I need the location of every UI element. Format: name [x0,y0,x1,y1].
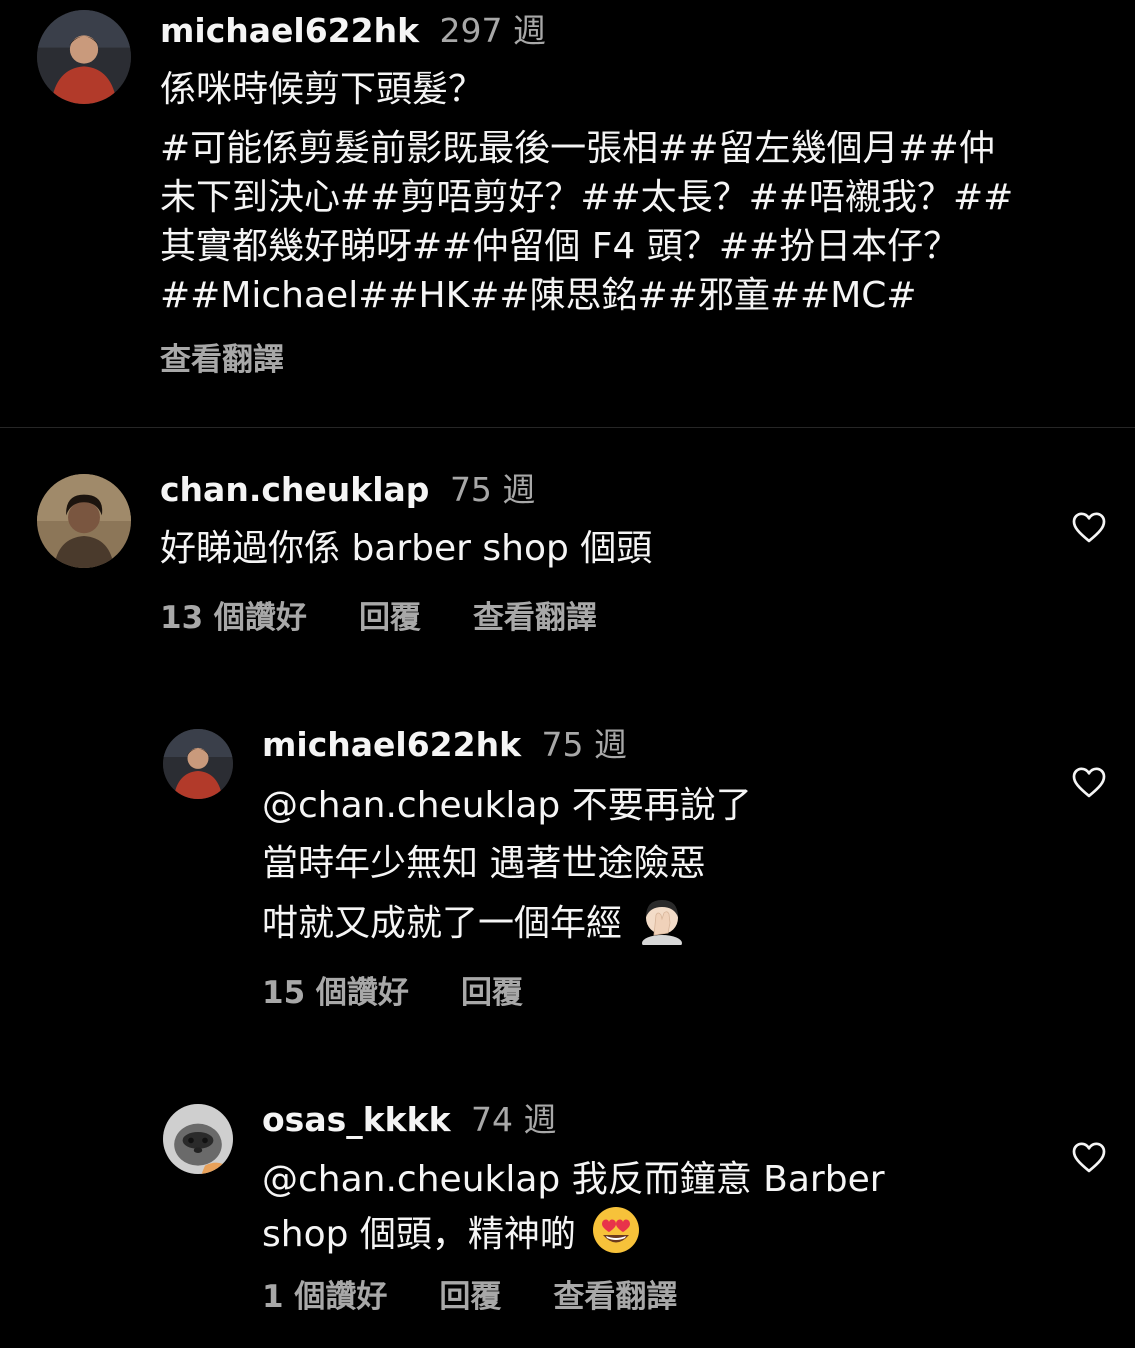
username[interactable]: osas_kkkk [262,1100,451,1139]
avatar[interactable] [163,729,233,799]
heart-icon[interactable] [1071,765,1107,799]
comment-actions: 15 個讚好 回覆 [262,973,575,1013]
caption-text: 係咪時候剪下頭髮？ [160,65,484,114]
divider [0,427,1135,428]
comment-header: michael622hk 75 週 [262,725,627,765]
caption-line: 係咪時候剪下頭髮？ [160,69,485,110]
comment-line: 好睇過你係 barber shop 個頭 [160,528,653,569]
caption-line: 未下到決心##剪唔剪好？##太長？##唔襯我？## [160,177,1014,218]
heart-icon[interactable] [1071,510,1107,544]
username[interactable]: michael622hk [262,725,521,764]
comment-text: 好睇過你係 barber shop 個頭 [160,524,652,573]
avatar[interactable] [163,1104,233,1174]
timestamp: 297 週 [439,11,547,50]
avatar[interactable] [37,10,131,104]
likes-count[interactable]: 1 個讚好 [262,1277,387,1317]
comment-line-with-emoji: shop 個頭，精神啲 [262,1204,885,1259]
caption-line: #可能係剪髮前影既最後一張相##留左幾個月##仲 [160,128,995,169]
timestamp: 75 週 [541,725,628,764]
caption-actions: 查看翻譯 [160,340,336,380]
comment-text: @chan.cheuklap 我反而鐘意 Barber shop 個頭，精神啲 [262,1155,885,1259]
comment-line: @chan.cheuklap 我反而鐘意 Barber [262,1159,885,1200]
heart-eyes-emoji-icon [592,1207,639,1253]
see-translation-button[interactable]: 查看翻譯 [160,340,284,380]
username[interactable]: michael622hk [160,11,419,50]
timestamp: 75 週 [449,470,536,509]
see-translation-button[interactable]: 查看翻譯 [473,598,597,638]
heart-icon[interactable] [1071,1140,1107,1174]
caption-line: 其實都幾好睇呀##仲留個 F4 頭？##扮日本仔？ [160,226,960,267]
comment-line: 當時年少無知 遇著世途險惡 [262,843,706,884]
reply-button[interactable]: 回覆 [359,598,421,638]
see-translation-button[interactable]: 查看翻譯 [553,1277,677,1317]
caption-line: ##Michael##HK##陳思銘##邪童##MC# [160,275,917,316]
likes-count[interactable]: 15 個讚好 [262,973,409,1013]
comment-header: osas_kkkk 74 週 [262,1100,557,1140]
reply-button[interactable]: 回覆 [439,1277,501,1317]
comment-actions: 13 個讚好 回覆 查看翻譯 [160,598,649,638]
comment-line: shop 個頭，精神啲 [262,1214,576,1255]
comment-line-with-emoji: 咁就又成就了一個年經 [262,893,752,953]
comment-actions: 1 個讚好 回覆 查看翻譯 [262,1277,729,1317]
username[interactable]: chan.cheuklap [160,470,429,509]
reply-button[interactable]: 回覆 [461,973,523,1013]
comment-header: chan.cheuklap 75 週 [160,470,535,510]
comment-header: michael622hk 297 週 [160,11,546,51]
likes-count[interactable]: 13 個讚好 [160,598,307,638]
comment-line: 咁就又成就了一個年經 [262,903,623,944]
caption-hashtags: #可能係剪髮前影既最後一張相##留左幾個月##仲 未下到決心##剪唔剪好？##太… [160,124,1013,320]
comment-text: @chan.cheuklap 不要再說了 當時年少無知 遇著世途險惡 咁就又成就… [262,777,752,953]
facepalm-emoji-icon [642,900,683,945]
avatar[interactable] [37,474,131,568]
timestamp: 74 週 [471,1100,557,1139]
comment-line: @chan.cheuklap 不要再說了 [262,785,752,826]
